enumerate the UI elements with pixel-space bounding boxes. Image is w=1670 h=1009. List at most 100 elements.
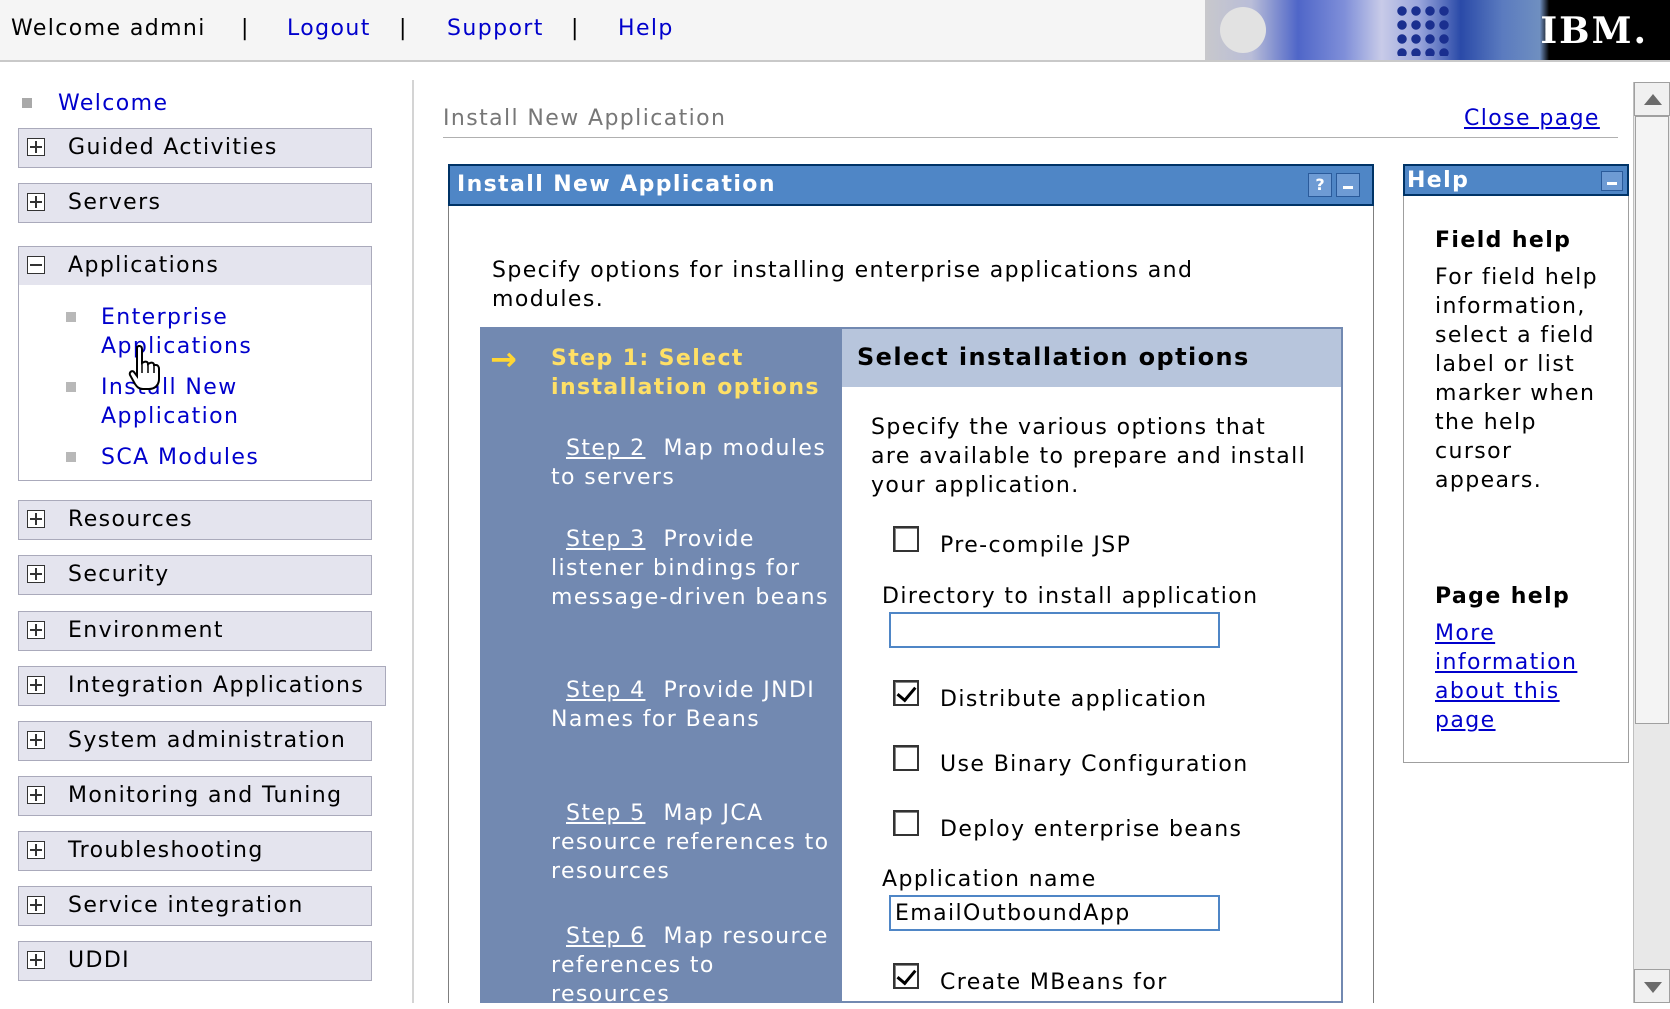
minimize-icon bbox=[1343, 186, 1353, 189]
collapse-minus-icon[interactable] bbox=[27, 256, 45, 274]
top-bar: Welcome admni | Logout | Support | Help … bbox=[0, 0, 1670, 62]
panel-title: Install New Application bbox=[457, 172, 776, 197]
expand-plus-icon[interactable] bbox=[27, 786, 45, 804]
directory-input[interactable] bbox=[889, 612, 1220, 648]
nav-divider bbox=[412, 80, 414, 1003]
wizard-step-6: Step 6 Map resource references to resourc… bbox=[551, 922, 841, 1009]
current-step: Step 1: Select installation options bbox=[551, 346, 820, 400]
expand-plus-icon[interactable] bbox=[27, 951, 45, 969]
distribute-application-checkbox[interactable] bbox=[893, 680, 919, 706]
page-title: Install New Application bbox=[443, 106, 727, 131]
nav-group-service-integration[interactable]: Service integration bbox=[18, 886, 372, 926]
bullet-icon bbox=[66, 452, 76, 462]
nav-group-uddi[interactable]: UDDI bbox=[18, 941, 372, 981]
help-link[interactable]: Help bbox=[618, 16, 674, 41]
separator: | bbox=[241, 16, 250, 41]
nav-group-label: System administration bbox=[68, 728, 347, 753]
nav-group-guided-activities[interactable]: Guided Activities bbox=[18, 128, 372, 168]
create-mbeans-label: Create MBeans for bbox=[940, 970, 1168, 995]
logout-link[interactable]: Logout bbox=[287, 16, 371, 41]
bullet-icon bbox=[22, 98, 32, 108]
nav-group-integration-applications[interactable]: Integration Applications bbox=[18, 666, 386, 706]
nav-group-servers[interactable]: Servers bbox=[18, 183, 372, 223]
title-divider bbox=[443, 137, 1618, 138]
binary-configuration-checkbox[interactable] bbox=[893, 745, 919, 771]
expand-plus-icon[interactable] bbox=[27, 676, 45, 694]
precompile-jsp-label: Pre-compile JSP bbox=[940, 533, 1132, 558]
expand-plus-icon[interactable] bbox=[27, 841, 45, 859]
step-3-link[interactable]: Step 3 bbox=[566, 527, 645, 552]
banner-dots-pattern bbox=[1395, 4, 1451, 56]
nav-group-label: Integration Applications bbox=[68, 673, 365, 698]
nav-group-label: Guided Activities bbox=[68, 135, 278, 160]
nav-group-label: Applications bbox=[68, 253, 220, 278]
wizard-step-4: Step 4 Provide JNDI Names for Beans bbox=[551, 676, 841, 734]
bullet-icon bbox=[66, 312, 76, 322]
step-5-link[interactable]: Step 5 bbox=[566, 801, 645, 826]
bullet-icon bbox=[66, 382, 76, 392]
expand-plus-icon[interactable] bbox=[27, 621, 45, 639]
nav-sca-modules-link[interactable]: SCA Modules bbox=[101, 443, 301, 472]
create-mbeans-checkbox[interactable] bbox=[893, 963, 919, 989]
page-help-heading: Page help bbox=[1435, 584, 1571, 609]
step-4-link[interactable]: Step 4 bbox=[566, 678, 645, 703]
nav-group-applications[interactable]: Applications bbox=[18, 246, 372, 286]
deploy-ejb-label: Deploy enterprise beans bbox=[940, 817, 1243, 842]
help-minimize-button[interactable] bbox=[1601, 171, 1623, 191]
nav-group-label: Servers bbox=[68, 190, 162, 215]
current-step-arrow-icon: → bbox=[490, 340, 517, 378]
wizard-step-3: Step 3 Provide listener bindings for mess… bbox=[551, 525, 841, 612]
nav-group-label: Environment bbox=[68, 618, 224, 643]
close-page-link[interactable]: Close page bbox=[1464, 106, 1600, 131]
step-2-link[interactable]: Step 2 bbox=[566, 436, 645, 461]
scroll-thumb[interactable] bbox=[1635, 116, 1669, 724]
expand-plus-icon[interactable] bbox=[27, 138, 45, 156]
expand-plus-icon[interactable] bbox=[27, 193, 45, 211]
hand-cursor-icon bbox=[128, 345, 160, 390]
nav-group-monitoring-and-tuning[interactable]: Monitoring and Tuning bbox=[18, 776, 372, 816]
field-help-heading: Field help bbox=[1435, 228, 1572, 253]
scroll-up-button[interactable] bbox=[1634, 82, 1670, 116]
application-name-label: Application name bbox=[882, 867, 1097, 892]
separator: | bbox=[399, 16, 408, 41]
welcome-message: Welcome admni bbox=[11, 16, 206, 41]
nav-group-system-administration[interactable]: System administration bbox=[18, 721, 372, 761]
intro-text: Specify options for installing enterpris… bbox=[492, 258, 1194, 312]
nav-group-label: Security bbox=[68, 562, 170, 587]
binary-configuration-label: Use Binary Configuration bbox=[940, 752, 1249, 777]
expand-plus-icon[interactable] bbox=[27, 731, 45, 749]
nav-welcome-link[interactable]: Welcome bbox=[58, 91, 168, 116]
expand-plus-icon[interactable] bbox=[27, 565, 45, 583]
separator: | bbox=[571, 16, 580, 41]
precompile-jsp-checkbox[interactable] bbox=[893, 526, 919, 552]
banner-graphic: IBM. bbox=[1205, 0, 1670, 60]
help-panel-title: Help bbox=[1407, 168, 1470, 193]
section-header: Select installation options bbox=[842, 329, 1341, 387]
banner-circle-shape bbox=[1220, 7, 1266, 53]
help-panel-header: Help bbox=[1403, 164, 1629, 196]
nav-group-troubleshooting[interactable]: Troubleshooting bbox=[18, 831, 372, 871]
panel-header: Install New Application ? bbox=[448, 164, 1374, 206]
expand-plus-icon[interactable] bbox=[27, 896, 45, 914]
vertical-scrollbar[interactable] bbox=[1633, 82, 1670, 1003]
nav-group-resources[interactable]: Resources bbox=[18, 500, 372, 540]
wizard-step-2: Step 2 Map modules to servers bbox=[551, 434, 841, 492]
nav-group-environment[interactable]: Environment bbox=[18, 611, 372, 651]
expand-plus-icon[interactable] bbox=[27, 510, 45, 528]
section-title: Select installation options bbox=[857, 343, 1250, 371]
field-help-text: For field help information, select a fie… bbox=[1435, 265, 1598, 493]
help-button[interactable]: ? bbox=[1308, 173, 1332, 197]
options-description: Specify the various options that are ava… bbox=[871, 415, 1307, 498]
wizard-steps bbox=[480, 327, 842, 1003]
application-name-input[interactable] bbox=[889, 895, 1220, 931]
nav-group-security[interactable]: Security bbox=[18, 555, 372, 595]
nav-group-label: UDDI bbox=[68, 948, 131, 973]
deploy-ejb-checkbox[interactable] bbox=[893, 810, 919, 836]
support-link[interactable]: Support bbox=[447, 16, 544, 41]
scroll-down-button[interactable] bbox=[1634, 969, 1670, 1003]
minimize-button[interactable] bbox=[1336, 173, 1360, 197]
step-6-link[interactable]: Step 6 bbox=[566, 924, 645, 949]
nav-group-label: Resources bbox=[68, 507, 193, 532]
wizard-step-5: Step 5 Map JCA resource references to res… bbox=[551, 799, 841, 886]
more-information-link[interactable]: More information about this page bbox=[1435, 619, 1625, 735]
